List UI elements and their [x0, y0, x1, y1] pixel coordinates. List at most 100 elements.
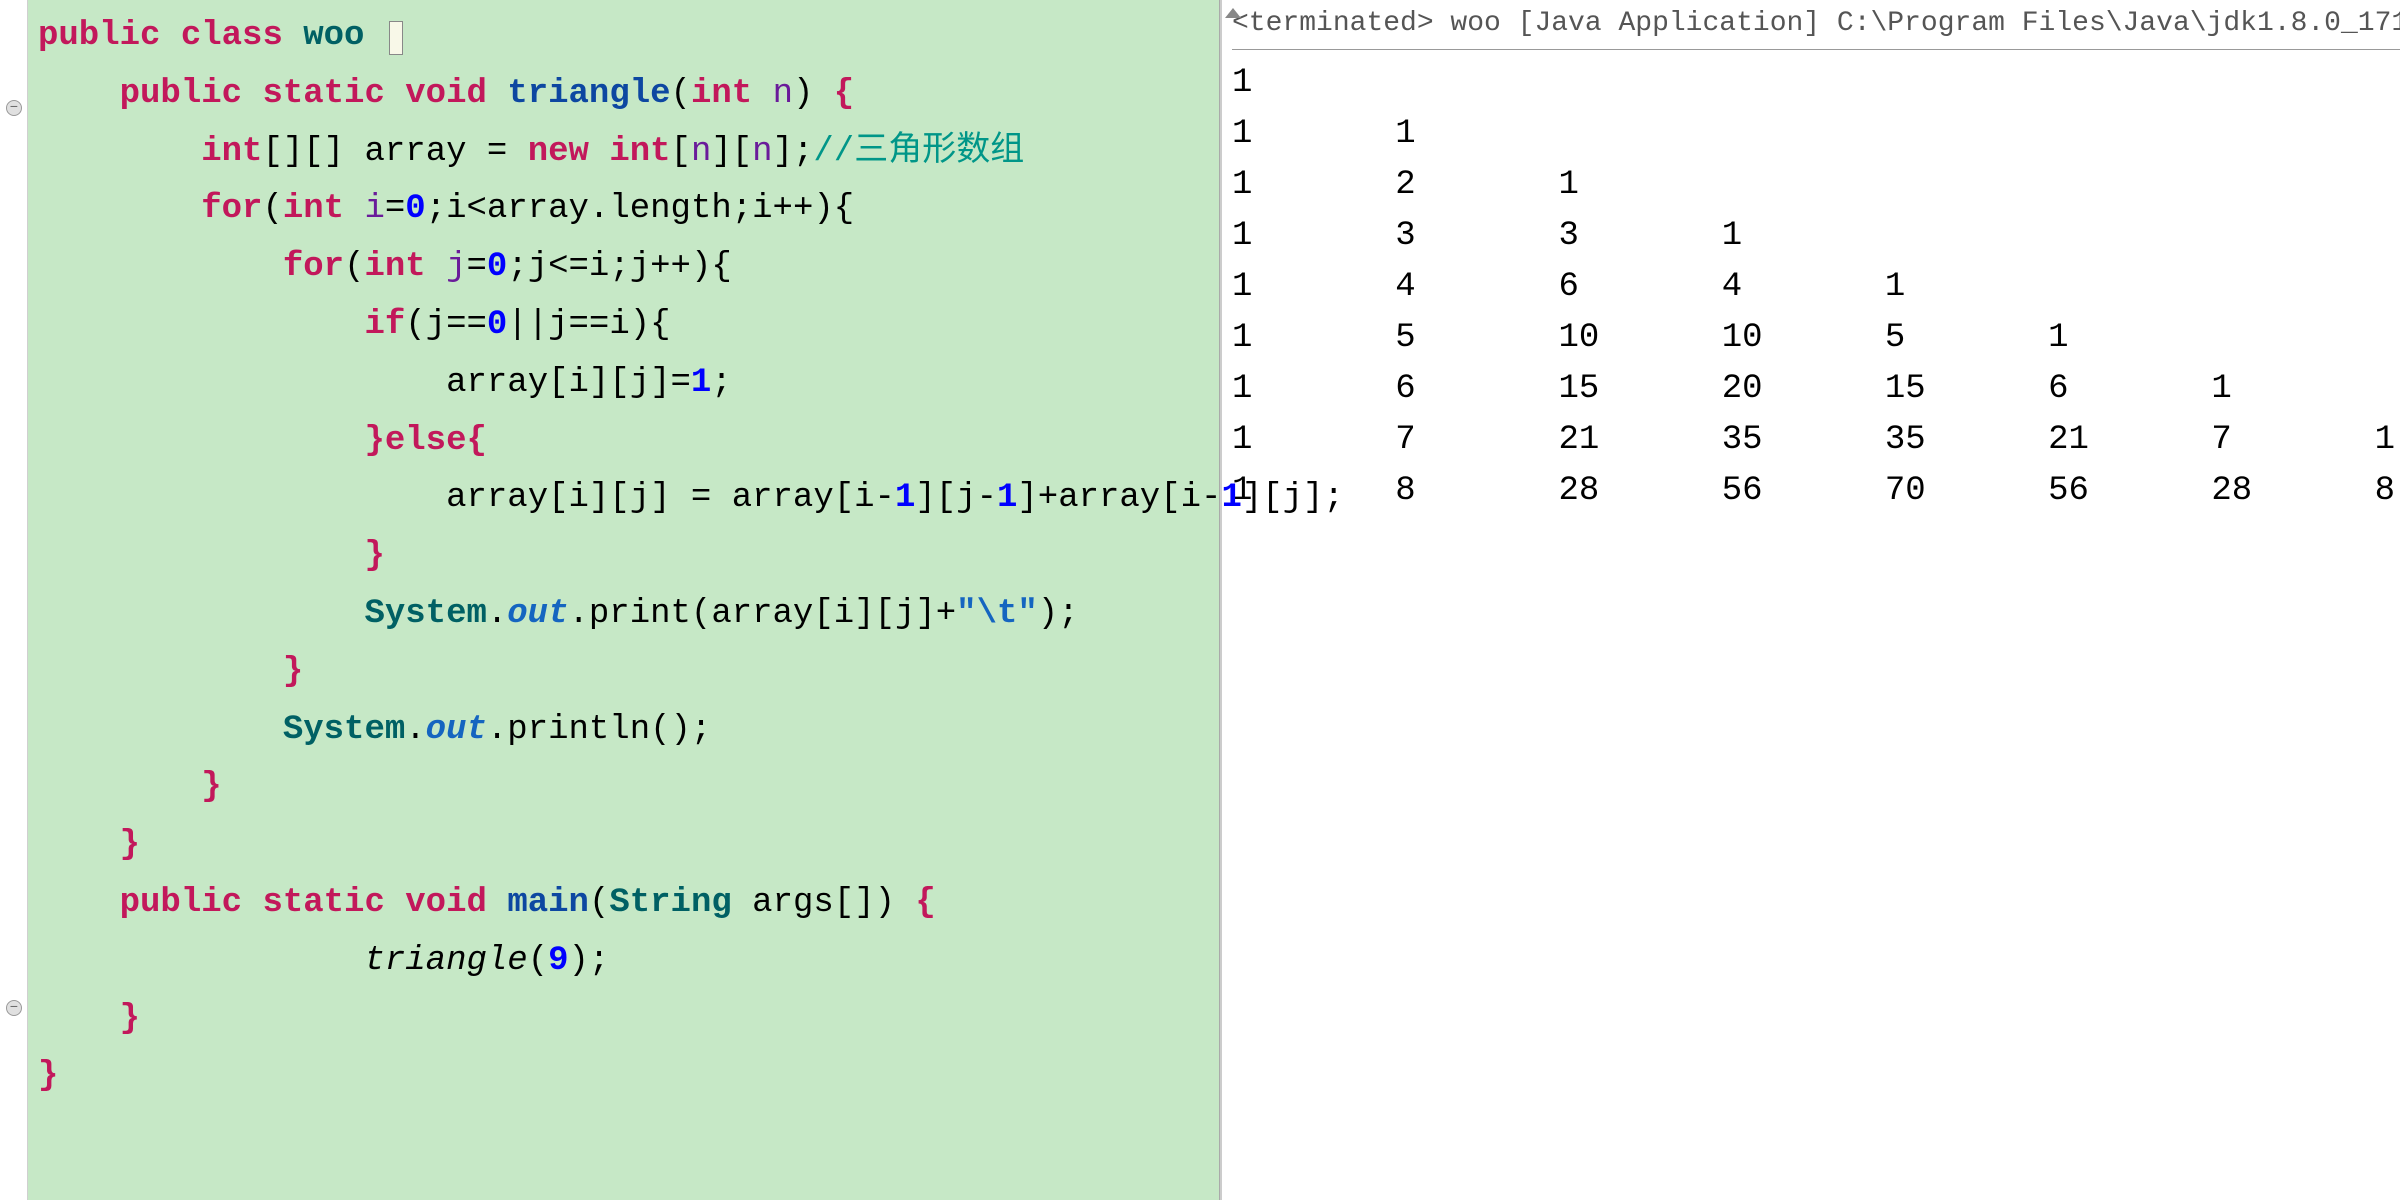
token: ][j];: [1242, 479, 1344, 517]
code-line[interactable]: System.out.print(array[i][j]+"\t");: [30, 586, 1219, 644]
token: if: [364, 306, 405, 344]
token: for: [201, 190, 262, 228]
token: =: [385, 190, 405, 228]
code-line[interactable]: int[][] array = new int[n][n];//三角形数组: [30, 124, 1219, 182]
token: j: [446, 248, 466, 286]
token: 1: [691, 364, 711, 402]
token: ;: [711, 364, 731, 402]
token: array[i][j]=: [446, 364, 691, 402]
token: else: [385, 422, 467, 460]
code-line[interactable]: array[i][j] = array[i-1][j-1]+array[i-1]…: [30, 470, 1219, 528]
token: out: [426, 711, 487, 749]
fold-toggle-icon[interactable]: −: [6, 100, 22, 116]
editor-scrollbar[interactable]: [1220, 0, 1222, 1200]
code-line[interactable]: System.out.println();: [30, 702, 1219, 760]
code-editor[interactable]: −− public class woo public static void t…: [0, 0, 1220, 1200]
token: n: [691, 133, 711, 171]
token: =: [467, 248, 487, 286]
token: {: [466, 422, 486, 460]
code-line[interactable]: }else{: [30, 413, 1219, 471]
token: 0: [487, 248, 507, 286]
token: triangle: [507, 75, 670, 113]
token: (j==: [405, 306, 487, 344]
token: ;i<array.length;i++){: [426, 190, 854, 228]
code-line[interactable]: array[i][j]=1;: [30, 355, 1219, 413]
code-line[interactable]: }: [30, 817, 1219, 875]
token: {: [813, 75, 854, 113]
code-content[interactable]: public class woo public static void tria…: [30, 8, 1219, 1106]
token: i: [364, 190, 384, 228]
token: public static: [120, 884, 406, 922]
token: void: [405, 884, 507, 922]
code-line[interactable]: }: [30, 528, 1219, 586]
token: (: [589, 884, 609, 922]
console-header: <terminated> woo [Java Application] C:\P…: [1232, 4, 2400, 50]
token: .: [405, 711, 425, 749]
token: (: [262, 190, 282, 228]
token: =: [487, 133, 528, 171]
token: public static: [120, 75, 406, 113]
token: );: [1038, 595, 1079, 633]
token: [: [671, 133, 691, 171]
token: .: [487, 595, 507, 633]
code-line[interactable]: for(int j=0;j<=i;j++){: [30, 239, 1219, 297]
code-line[interactable]: }: [30, 759, 1219, 817]
token: triangle: [364, 942, 527, 980]
token: //三角形数组: [813, 133, 1024, 171]
token: n: [773, 75, 793, 113]
token: new int: [528, 133, 671, 171]
token: args[]: [752, 884, 874, 922]
token: }: [283, 653, 303, 691]
token: [][]: [262, 133, 364, 171]
code-line[interactable]: for(int i=0;i<array.length;i++){: [30, 181, 1219, 239]
code-line[interactable]: public static void triangle(int n) {: [30, 66, 1219, 124]
fold-toggle-icon[interactable]: −: [6, 1000, 22, 1016]
token: System: [283, 711, 405, 749]
token: (: [671, 75, 691, 113]
console-output[interactable]: 1 1 1 1 2 1 1 3 3 1 1 4 6 4 1 1 5 10 10 …: [1232, 58, 2400, 517]
token: (: [528, 942, 548, 980]
token: .println();: [487, 711, 711, 749]
editor-gutter: −−: [0, 0, 28, 1200]
token: }: [38, 1057, 58, 1095]
code-line[interactable]: }: [30, 644, 1219, 702]
token: 9: [548, 942, 568, 980]
code-line[interactable]: triangle(9);: [30, 933, 1219, 991]
token: woo: [303, 17, 385, 55]
token: }: [364, 422, 384, 460]
token: 1: [895, 479, 915, 517]
token: 1: [1221, 479, 1241, 517]
token: ]+array[i-: [1017, 479, 1221, 517]
code-line[interactable]: public class woo: [30, 8, 1219, 66]
token: }: [364, 537, 384, 575]
token: ][: [711, 133, 752, 171]
token: public: [38, 17, 181, 55]
token: "\t": [956, 595, 1038, 633]
token: 0: [487, 306, 507, 344]
caret-icon: [389, 21, 403, 55]
code-line[interactable]: }: [30, 1048, 1219, 1106]
token: int: [201, 133, 262, 171]
code-line[interactable]: }: [30, 991, 1219, 1049]
token: (: [344, 248, 364, 286]
token: main: [507, 884, 589, 922]
token: ||j==i){: [507, 306, 670, 344]
token: int: [691, 75, 773, 113]
token: ): [793, 75, 813, 113]
token: );: [569, 942, 610, 980]
token: void: [405, 75, 507, 113]
token: {: [895, 884, 936, 922]
token: }: [120, 1000, 140, 1038]
token: out: [507, 595, 568, 633]
token: for: [283, 248, 344, 286]
code-line[interactable]: if(j==0||j==i){: [30, 297, 1219, 355]
token: array: [364, 133, 486, 171]
token: n: [752, 133, 772, 171]
token: }: [120, 826, 140, 864]
token: array[i][j] = array[i-: [446, 479, 895, 517]
token: ): [875, 884, 895, 922]
code-line[interactable]: public static void main(String args[]) {: [30, 875, 1219, 933]
console-panel: <terminated> woo [Java Application] C:\P…: [1222, 0, 2400, 1200]
token: ][j-: [915, 479, 997, 517]
scroll-up-icon[interactable]: [1225, 8, 1241, 18]
